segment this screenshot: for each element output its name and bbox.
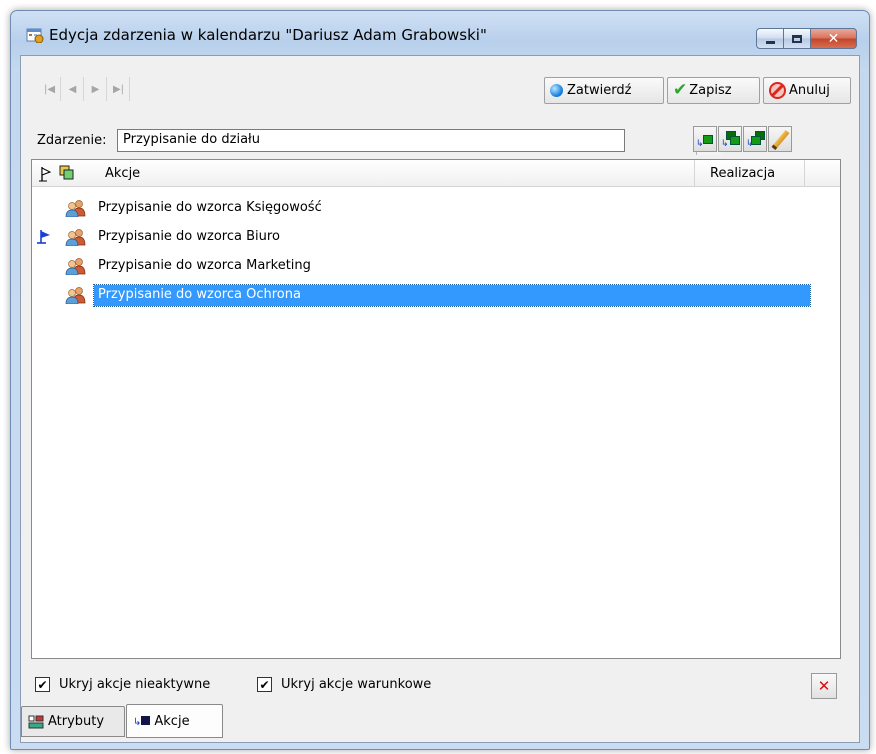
first-icon: |◀ xyxy=(43,83,56,95)
window-controls: ✕ xyxy=(756,28,857,49)
copy-column-icon[interactable] xyxy=(59,165,75,181)
previous-record-button[interactable]: ◀ xyxy=(62,77,84,101)
options-row: ✔ Ukryj akcje nieaktywne ✔ Ukryj akcje w… xyxy=(21,671,859,701)
next-record-button[interactable]: ▶ xyxy=(85,77,107,101)
list-item-label: Przypisanie do wzorca Marketing xyxy=(98,258,311,273)
user-group-icon xyxy=(65,258,86,275)
attributes-tab-icon xyxy=(28,715,44,728)
column-header-actions[interactable]: Akcje xyxy=(105,166,140,181)
maximize-icon xyxy=(792,34,802,43)
hide-conditional-option[interactable]: ✔ Ukryj akcje warunkowe xyxy=(257,677,431,692)
hide-conditional-label: Ukryj akcje warunkowe xyxy=(281,677,432,692)
check-icon: ✔ xyxy=(673,80,688,100)
event-select[interactable]: Przypisanie do działu ▼ xyxy=(117,129,721,155)
cancel-icon xyxy=(769,82,786,99)
minimize-icon xyxy=(765,40,775,44)
save-button[interactable]: ✔ Zapisz xyxy=(667,77,760,104)
pencil-icon xyxy=(771,129,790,151)
user-group-icon xyxy=(65,287,86,304)
last-icon: ▶| xyxy=(112,83,125,95)
column-header-realization-label: Realizacja xyxy=(710,166,776,181)
list-item-label: Przypisanie do wzorca Księgowość xyxy=(98,200,322,215)
record-navigator: |◀ ◀ ▶ ▶| xyxy=(39,77,131,101)
hide-inactive-option[interactable]: ✔ Ukryj akcje nieaktywne xyxy=(35,677,210,692)
arrow-right-icon: ↳ xyxy=(696,139,704,149)
blue-dot-icon xyxy=(550,84,563,97)
calendar-edit-icon xyxy=(26,28,44,43)
event-label: Zdarzenie: xyxy=(37,133,107,148)
list-item[interactable]: Przypisanie do wzorca Biuro xyxy=(32,223,840,252)
tab-actions-label: Akcje xyxy=(154,713,190,729)
dialog-client-area: |◀ ◀ ▶ ▶| Zatwierdź ✔ Zapisz Anuluj Zdar… xyxy=(20,55,860,743)
hide-inactive-checkbox[interactable]: ✔ xyxy=(35,677,50,692)
cancel-label: Anuluj xyxy=(789,83,830,98)
flag-icon xyxy=(37,230,50,244)
column-header-realization[interactable]: Realizacja xyxy=(694,160,804,187)
cancel-button[interactable]: Anuluj xyxy=(763,77,851,104)
arrow-right-icon: ↳ xyxy=(721,139,729,149)
minimize-button[interactable] xyxy=(756,28,784,49)
event-row: Zdarzenie: Przypisanie do działu ▼ ↳ ↳ xyxy=(21,126,859,155)
delete-icon: ✕ xyxy=(817,677,831,695)
list-item[interactable]: Przypisanie do wzorca Księgowość xyxy=(32,194,840,223)
dialog-window: Edycja zdarzenia w kalendarzu "Dariusz A… xyxy=(10,10,870,750)
list-item[interactable]: Przypisanie do wzorca Marketing xyxy=(32,252,840,281)
previous-icon: ◀ xyxy=(68,83,77,95)
tab-actions[interactable]: ↳ Akcje xyxy=(126,704,223,738)
action-tab-icon: ↳ xyxy=(133,714,151,728)
list-item-label: Przypisanie do wzorca Biuro xyxy=(98,229,280,244)
window-title: Edycja zdarzenia w kalendarzu "Dariusz A… xyxy=(49,26,487,44)
user-group-icon xyxy=(65,200,86,217)
first-record-button[interactable]: |◀ xyxy=(39,77,61,101)
flag-column-icon[interactable] xyxy=(38,165,54,183)
edit-action-button[interactable] xyxy=(768,126,792,152)
header-divider xyxy=(804,160,805,187)
close-button[interactable]: ✕ xyxy=(811,28,857,49)
last-record-button[interactable]: ▶| xyxy=(108,77,130,101)
add-action-group-button[interactable]: ↳ xyxy=(743,126,767,152)
maximize-button[interactable] xyxy=(784,28,811,49)
next-icon: ▶ xyxy=(91,83,100,95)
tab-bar: Atrybuty ↳ Akcje xyxy=(21,704,859,740)
tab-attributes[interactable]: Atrybuty xyxy=(21,706,125,737)
save-label: Zapisz xyxy=(689,83,732,98)
close-icon: ✕ xyxy=(827,30,840,47)
action-tools: ↳ ↳ ↳ xyxy=(692,126,792,152)
green-square-icon xyxy=(703,135,713,144)
actions-list[interactable]: Akcje Realizacja Przypisanie do wzorca K… xyxy=(31,159,841,659)
confirm-label: Zatwierdź xyxy=(567,83,632,98)
add-action-button[interactable]: ↳ xyxy=(693,126,717,152)
arrow-right-icon: ↳ xyxy=(746,139,754,149)
delete-action-button[interactable]: ✕ xyxy=(811,673,837,699)
list-item-label: Przypisanie do wzorca Ochrona xyxy=(93,284,811,307)
list-item[interactable]: Przypisanie do wzorca Ochrona xyxy=(32,281,840,310)
add-action-copy-button[interactable]: ↳ xyxy=(718,126,742,152)
user-group-icon xyxy=(65,229,86,246)
hide-conditional-checkbox[interactable]: ✔ xyxy=(257,677,272,692)
tab-attributes-label: Atrybuty xyxy=(48,714,105,729)
list-header: Akcje Realizacja xyxy=(32,160,840,187)
title-bar[interactable]: Edycja zdarzenia w kalendarzu "Dariusz A… xyxy=(11,11,869,55)
confirm-button[interactable]: Zatwierdź xyxy=(544,77,664,104)
list-rows: Przypisanie do wzorca Księgowość Przypisa… xyxy=(32,194,840,310)
toolbar: |◀ ◀ ▶ ▶| Zatwierdź ✔ Zapisz Anuluj xyxy=(21,56,859,110)
hide-inactive-label: Ukryj akcje nieaktywne xyxy=(59,677,211,692)
event-select-value: Przypisanie do działu xyxy=(123,132,260,147)
